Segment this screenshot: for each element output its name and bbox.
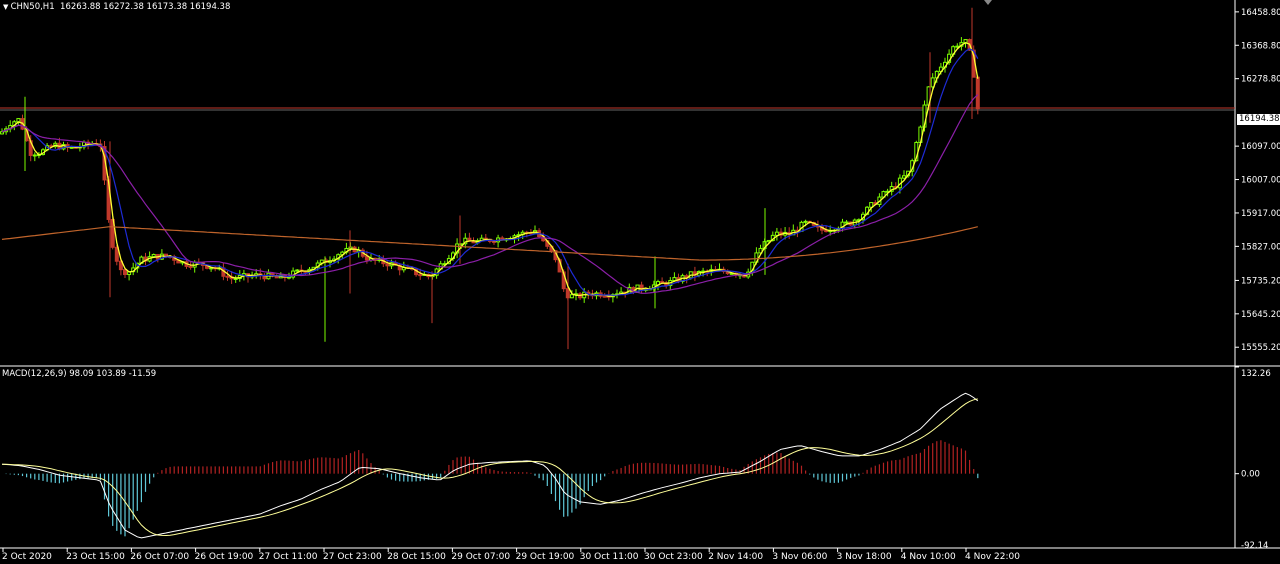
time-axis-label: 2 Oct 2020: [2, 552, 52, 562]
candle-body: [803, 220, 808, 223]
current-price-tag: 16194.38: [1237, 114, 1280, 125]
price-chart[interactable]: 16458.80 16368.80 16278.80 16097.00 16007.00…: [0, 0, 1280, 564]
price-axis-label: 16007.00: [1241, 176, 1280, 186]
price-axis-label: 16097.00: [1241, 142, 1280, 152]
time-axis-label: 29 Oct 07:00: [451, 552, 510, 562]
candle-body: [32, 154, 37, 157]
price-axis-label: 15555.20: [1241, 343, 1280, 353]
macd-signal-line: [1, 398, 978, 537]
time-axis-label: 23 Oct 15:00: [66, 552, 125, 562]
time-axis-label: 4 Nov 10:00: [901, 552, 956, 562]
time-axis-label: 3 Nov 06:00: [772, 552, 827, 562]
candle-body: [188, 265, 193, 268]
time-axis-label: 28 Oct 15:00: [387, 552, 446, 562]
time-axis-label: 26 Oct 07:00: [130, 552, 189, 562]
candle-body: [492, 240, 496, 243]
price-axis-label: 16458.80: [1241, 8, 1280, 18]
candle-body: [151, 253, 156, 258]
candle-body: [0, 131, 4, 135]
shift-marker-icon: [984, 0, 992, 5]
ma-fast-line: [1, 42, 979, 298]
candle-body: [16, 118, 21, 123]
price-axis-label: 15917.00: [1241, 209, 1280, 219]
price-axis-label: 15735.20: [1241, 276, 1280, 286]
candle-body: [69, 146, 74, 149]
time-axis-label: 30 Oct 23:00: [644, 552, 703, 562]
time-axis-label: 29 Oct 19:00: [516, 552, 575, 562]
candle-body: [975, 76, 980, 110]
time-axis-label: 26 Oct 19:00: [195, 552, 254, 562]
candle-body: [602, 295, 607, 298]
price-axis-label: 15827.00: [1241, 242, 1280, 252]
macd-axis-label: 132.26: [1241, 369, 1271, 379]
time-axis-label: 30 Oct 11:00: [580, 552, 639, 562]
macd-axis-label: 0.00: [1241, 470, 1260, 480]
time-axis-label: 27 Oct 23:00: [323, 552, 382, 562]
candle-body: [569, 294, 574, 299]
candle-body: [295, 269, 300, 272]
price-axis-label: 15645.20: [1241, 310, 1280, 320]
price-axis-label: 16278.80: [1241, 75, 1280, 85]
candle-body: [385, 263, 390, 267]
candle-body: [844, 221, 849, 224]
time-axis-label: 3 Nov 18:00: [837, 552, 892, 562]
ma-slow-line: [1, 94, 979, 294]
candle-body: [902, 175, 906, 179]
time-axis-label: 4 Nov 22:00: [965, 552, 1020, 562]
candle-body: [418, 274, 423, 277]
candle-body: [123, 269, 127, 276]
candle-body: [955, 45, 960, 48]
macd-axis-label: -92.14: [1241, 541, 1268, 551]
candle-body: [225, 275, 230, 278]
time-axis-label: 27 Oct 11:00: [259, 552, 318, 562]
price-axis-label: 16368.80: [1241, 41, 1280, 51]
candle-body: [672, 277, 677, 282]
time-axis-label: 2 Nov 14:00: [708, 552, 763, 562]
macd-line: [1, 392, 979, 539]
